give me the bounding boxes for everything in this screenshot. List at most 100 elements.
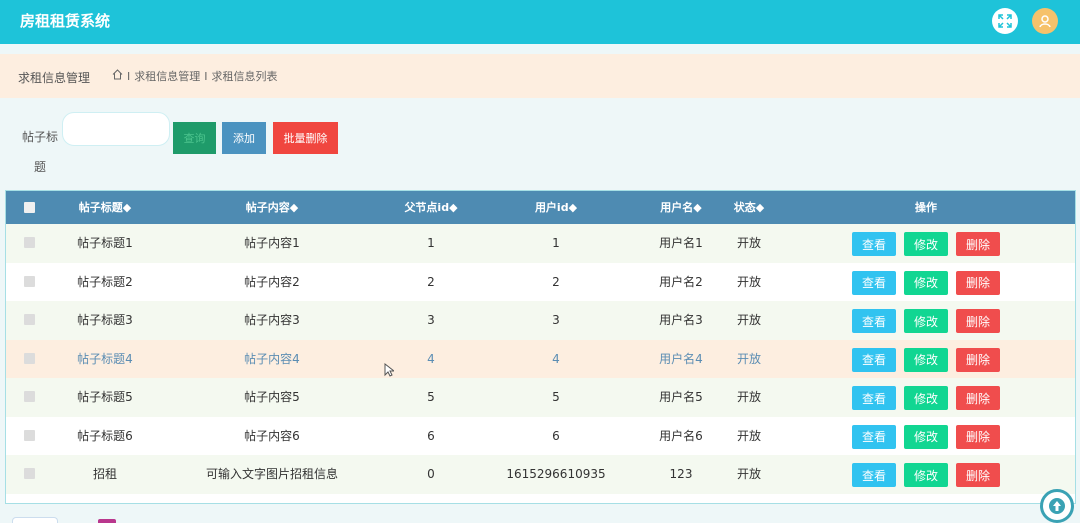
row-checkbox[interactable] xyxy=(24,429,35,441)
cell-parent-id: 5 xyxy=(427,390,435,404)
cell-user-id: 2 xyxy=(552,274,560,289)
add-button[interactable]: 添加 xyxy=(222,122,266,154)
cell-title: 帖子标题2 xyxy=(77,274,133,289)
table-row-hovered: 帖子标题4 帖子内容4 4 4 用户名4 开放 查看 修改 删除 xyxy=(6,339,1075,378)
cell-user-id: 6 xyxy=(552,428,560,443)
cell-content: 帖子内容5 xyxy=(244,390,300,404)
cell-user-id: 3 xyxy=(552,313,560,327)
cell-user-id: 4 xyxy=(552,351,560,366)
user-avatar-icon[interactable] xyxy=(1032,8,1058,34)
cell-title: 帖子标题3 xyxy=(77,313,133,327)
row-checkbox[interactable] xyxy=(24,237,35,248)
delete-button[interactable]: 删除 xyxy=(956,232,1000,256)
edit-button[interactable]: 修改 xyxy=(904,424,948,449)
cell-parent-id: 6 xyxy=(427,428,435,443)
view-button[interactable]: 查看 xyxy=(852,424,896,449)
delete-button[interactable]: 删除 xyxy=(956,386,1000,410)
search-button[interactable]: 查询 xyxy=(173,122,216,154)
cell-user-id: 1615296610935 xyxy=(506,467,606,481)
pagination-indicator xyxy=(98,519,116,523)
search-area: 帖子标题 xyxy=(0,98,1080,186)
home-icon[interactable] xyxy=(112,69,123,83)
view-button[interactable]: 查看 xyxy=(852,232,896,256)
table-row: 招租 可输入文字图片招租信息 0 1615296610935 123 开放 查看… xyxy=(6,455,1075,494)
row-checkbox[interactable] xyxy=(24,391,35,402)
back-to-top-button[interactable] xyxy=(1040,489,1074,523)
table-row: 帖子标题6 帖子内容6 6 6 用户名6 开放 查看 修改 删除 xyxy=(6,416,1075,455)
column-header-user-id[interactable]: 用户id◆ xyxy=(496,191,616,224)
edit-button[interactable]: 修改 xyxy=(904,463,948,487)
delete-button[interactable]: 删除 xyxy=(956,347,1000,372)
breadcrumb-separator: I xyxy=(127,69,131,83)
cell-parent-id: 0 xyxy=(427,467,435,481)
cell-content: 帖子内容3 xyxy=(244,313,300,327)
pagination-area xyxy=(0,508,1080,523)
delete-button[interactable]: 删除 xyxy=(956,424,1000,449)
cell-title: 招租 xyxy=(92,467,117,481)
cell-status: 开放 xyxy=(736,467,761,481)
cell-username: 用户名2 xyxy=(659,274,703,289)
arrow-up-icon xyxy=(1049,498,1065,514)
cell-status: 开放 xyxy=(736,274,761,289)
cell-user-id: 5 xyxy=(552,390,560,404)
edit-button[interactable]: 修改 xyxy=(904,309,948,333)
cell-parent-id: 1 xyxy=(427,236,435,250)
batch-delete-button[interactable]: 批量删除 xyxy=(273,122,338,154)
breadcrumb-path: I 求租信息管理 I 求租信息列表 xyxy=(112,68,278,84)
cell-content: 可输入文字图片招租信息 xyxy=(205,467,338,481)
delete-button[interactable]: 删除 xyxy=(956,309,1000,333)
edit-button[interactable]: 修改 xyxy=(904,386,948,410)
app-title: 房租租赁系统 xyxy=(20,12,111,30)
cell-content: 帖子内容2 xyxy=(244,274,300,289)
edit-button[interactable]: 修改 xyxy=(904,270,948,295)
cell-status: 开放 xyxy=(736,351,761,366)
table-row: 帖子标题2 帖子内容2 2 2 用户名2 开放 查看 修改 删除 xyxy=(6,262,1075,301)
row-checkbox[interactable] xyxy=(24,314,35,325)
row-checkbox[interactable] xyxy=(24,275,35,287)
cell-username: 用户名1 xyxy=(659,236,703,250)
view-button[interactable]: 查看 xyxy=(852,309,896,333)
edit-button[interactable]: 修改 xyxy=(904,347,948,372)
breadcrumb-item-rent-list: 求租信息列表 xyxy=(211,70,278,83)
view-button[interactable]: 查看 xyxy=(852,386,896,410)
cell-status: 开放 xyxy=(736,313,761,327)
select-all-checkbox[interactable] xyxy=(24,202,35,213)
fullscreen-icon[interactable] xyxy=(992,8,1018,34)
breadcrumb: 求租信息管理 I 求租信息管理 I 求租信息列表 xyxy=(0,54,1080,98)
cell-content: 帖子内容1 xyxy=(244,236,300,250)
view-button[interactable]: 查看 xyxy=(852,347,896,372)
breadcrumb-separator: I xyxy=(204,69,208,83)
cell-username: 123 xyxy=(669,467,693,481)
cell-status: 开放 xyxy=(736,390,761,404)
column-header-username[interactable]: 用户名◆ xyxy=(641,191,721,224)
breadcrumb-item-rent-info[interactable]: 求租信息管理 xyxy=(134,68,200,84)
delete-button[interactable]: 删除 xyxy=(956,270,1000,295)
delete-button[interactable]: 删除 xyxy=(956,463,1000,487)
cell-title: 帖子标题6 xyxy=(77,428,133,443)
row-checkbox[interactable] xyxy=(24,468,35,479)
search-input[interactable] xyxy=(62,112,170,146)
cell-content: 帖子内容4 xyxy=(244,351,300,366)
pagination-control[interactable] xyxy=(12,517,58,523)
row-checkbox[interactable] xyxy=(24,352,35,364)
mouse-cursor-icon xyxy=(384,362,396,381)
table-row: 帖子标题5 帖子内容5 5 5 用户名5 开放 查看 修改 删除 xyxy=(6,378,1075,417)
cell-parent-id: 2 xyxy=(427,274,435,289)
cell-status: 开放 xyxy=(736,236,761,250)
column-header-content[interactable]: 帖子内容◆ xyxy=(202,191,342,224)
column-header-parent-id[interactable]: 父节点id◆ xyxy=(376,191,486,224)
view-button[interactable]: 查看 xyxy=(852,463,896,487)
column-header-title[interactable]: 帖子标题◆ xyxy=(60,191,150,224)
page-title: 求租信息管理 xyxy=(18,71,91,85)
cell-title: 帖子标题5 xyxy=(77,390,133,404)
cell-username: 用户名4 xyxy=(659,351,703,366)
column-header-actions: 操作 xyxy=(915,201,937,214)
column-header-status[interactable]: 状态◆ xyxy=(724,191,774,224)
search-label: 帖子标题 xyxy=(21,130,58,174)
cell-username: 用户名5 xyxy=(659,390,703,404)
table-header: 帖子标题◆ 帖子内容◆ 父节点id◆ 用户id◆ 用户名◆ 状态◆ 操作 xyxy=(6,191,1075,224)
top-bar: 房租租赁系统 xyxy=(0,0,1080,44)
view-button[interactable]: 查看 xyxy=(852,270,896,295)
data-table: 帖子标题◆ 帖子内容◆ 父节点id◆ 用户id◆ 用户名◆ 状态◆ 操作 帖子标… xyxy=(5,190,1076,504)
edit-button[interactable]: 修改 xyxy=(904,232,948,256)
